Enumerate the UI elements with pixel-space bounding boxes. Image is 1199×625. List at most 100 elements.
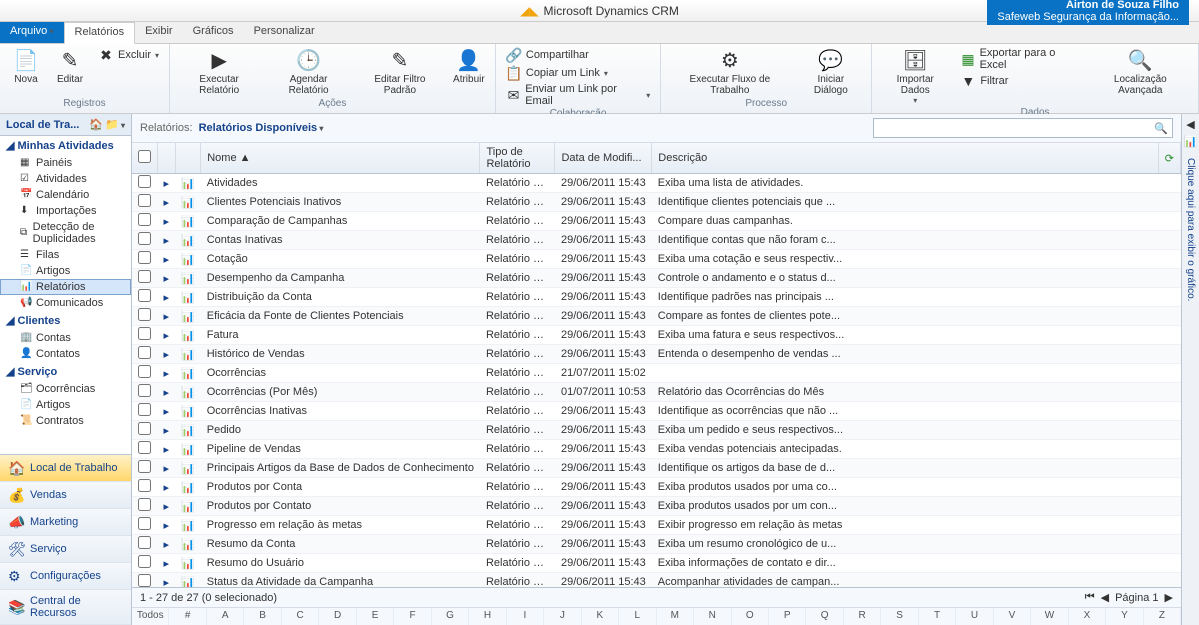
schedule-report-button[interactable]: 🕒Agendar Relatório — [266, 46, 351, 98]
sidebar-tools-icon[interactable]: 📁 — [105, 118, 125, 131]
nav-articles[interactable]: 📄Artigos — [0, 263, 131, 279]
expand-icon[interactable]: ▸ — [158, 231, 176, 250]
nav-imports[interactable]: ⬇Importações — [0, 203, 131, 219]
row-checkbox[interactable] — [132, 516, 158, 535]
table-row[interactable]: ▸📊Distribuição da ContaRelatório do Re..… — [132, 288, 1181, 307]
row-checkbox[interactable] — [132, 535, 158, 554]
row-checkbox[interactable] — [132, 326, 158, 345]
email-link-button[interactable]: ✉Enviar um Link por Email — [502, 82, 654, 108]
nav-dupe[interactable]: ⧉Detecção de Duplicidades — [0, 219, 131, 247]
expand-icon[interactable]: ▸ — [158, 478, 176, 497]
search-icon[interactable]: 🔍 — [1150, 122, 1172, 135]
table-row[interactable]: ▸📊FaturaRelatório do Re...29/06/2011 15:… — [132, 326, 1181, 345]
tab-reports[interactable]: Relatórios — [64, 22, 136, 44]
tab-view[interactable]: Exibir — [135, 22, 183, 43]
area-resources[interactable]: 📚Central de Recursos — [0, 590, 131, 625]
row-checkbox[interactable] — [132, 345, 158, 364]
alpha-hash[interactable]: # — [169, 608, 206, 625]
tab-file[interactable]: Arquivo — [0, 22, 64, 43]
share-button[interactable]: 🔗Compartilhar — [502, 46, 654, 64]
table-row[interactable]: ▸📊PedidoRelatório do Re...29/06/2011 15:… — [132, 421, 1181, 440]
table-row[interactable]: ▸📊CotaçãoRelatório do Re...29/06/2011 15… — [132, 250, 1181, 269]
search-input[interactable] — [874, 122, 1150, 134]
table-row[interactable]: ▸📊Produtos por ContaRelatório do Re...29… — [132, 478, 1181, 497]
table-row[interactable]: ▸📊Produtos por ContatoRelatório do Re...… — [132, 497, 1181, 516]
area-sales[interactable]: 💰Vendas — [0, 482, 131, 509]
expand-chart-icon[interactable]: ◀ — [1186, 118, 1194, 131]
table-row[interactable]: ▸📊Resumo do UsuárioRelatório do Re...29/… — [132, 554, 1181, 573]
table-row[interactable]: ▸📊Eficácia da Fonte de Clientes Potencia… — [132, 307, 1181, 326]
nav-calendar[interactable]: 📅Calendário — [0, 187, 131, 203]
row-checkbox[interactable] — [132, 402, 158, 421]
expand-icon[interactable]: ▸ — [158, 269, 176, 288]
nav-contracts[interactable]: 📜Contratos — [0, 413, 131, 429]
copy-link-button[interactable]: 📋Copiar um Link — [502, 64, 654, 82]
row-checkbox[interactable] — [132, 573, 158, 588]
table-row[interactable]: ▸📊Ocorrências (Por Mês)Relatório do Re..… — [132, 383, 1181, 402]
row-checkbox[interactable] — [132, 231, 158, 250]
table-row[interactable]: ▸📊Ocorrências InativasRelatório do Re...… — [132, 402, 1181, 421]
row-checkbox[interactable] — [132, 497, 158, 516]
row-checkbox[interactable] — [132, 174, 158, 193]
export-excel-button[interactable]: ▦Exportar para o Excel — [956, 46, 1084, 72]
table-row[interactable]: ▸📊Progresso em relação às metasRelatório… — [132, 516, 1181, 535]
nav-cases[interactable]: 🗂Ocorrências — [0, 381, 131, 397]
nav-queues[interactable]: ☰Filas — [0, 247, 131, 263]
expand-icon[interactable]: ▸ — [158, 307, 176, 326]
expand-icon[interactable]: ▸ — [158, 383, 176, 402]
expand-icon[interactable]: ▸ — [158, 440, 176, 459]
row-checkbox[interactable] — [132, 250, 158, 269]
alpha-all[interactable]: Todos — [132, 608, 169, 625]
col-name[interactable]: Nome ▲ — [201, 143, 480, 174]
section-my-activities[interactable]: ◢ Minhas Atividades — [0, 136, 131, 155]
pager-next[interactable]: ▶ — [1165, 591, 1173, 604]
area-marketing[interactable]: 📣Marketing — [0, 509, 131, 536]
expand-icon[interactable]: ▸ — [158, 174, 176, 193]
expand-icon[interactable]: ▸ — [158, 288, 176, 307]
expand-icon[interactable]: ▸ — [158, 402, 176, 421]
tab-customize[interactable]: Personalizar — [244, 22, 325, 43]
expand-icon[interactable]: ▸ — [158, 326, 176, 345]
nav-contacts[interactable]: 👤Contatos — [0, 346, 131, 362]
nav-announcements[interactable]: 📢Comunicados — [0, 295, 131, 311]
view-selector[interactable]: Relatórios Disponíveis — [199, 122, 324, 134]
nav-reports[interactable]: 📊Relatórios — [0, 279, 131, 295]
expand-icon[interactable]: ▸ — [158, 364, 176, 383]
row-checkbox[interactable] — [132, 364, 158, 383]
row-checkbox[interactable] — [132, 193, 158, 212]
area-settings[interactable]: ⚙Configurações — [0, 563, 131, 590]
delete-button[interactable]: ✖Excluir — [94, 46, 163, 64]
row-checkbox[interactable] — [132, 459, 158, 478]
row-checkbox[interactable] — [132, 288, 158, 307]
start-dialog-button[interactable]: 💬Iniciar Diálogo — [796, 46, 865, 98]
expand-icon[interactable]: ▸ — [158, 250, 176, 269]
area-service[interactable]: 🛠Serviço — [0, 536, 131, 563]
advanced-find-button[interactable]: 🔍Localização Avançada — [1089, 46, 1192, 98]
expand-icon[interactable]: ▸ — [158, 554, 176, 573]
select-all-checkbox[interactable] — [132, 143, 158, 174]
col-date[interactable]: Data de Modifi... — [555, 143, 652, 174]
table-row[interactable]: ▸📊OcorrênciasRelatório do Re...21/07/201… — [132, 364, 1181, 383]
table-row[interactable]: ▸📊Resumo da ContaRelatório do Re...29/06… — [132, 535, 1181, 554]
table-row[interactable]: ▸📊AtividadesRelatório do Re...29/06/2011… — [132, 174, 1181, 193]
expand-icon[interactable]: ▸ — [158, 535, 176, 554]
expand-icon[interactable]: ▸ — [158, 345, 176, 364]
edit-button[interactable]: ✎Editar — [50, 46, 90, 87]
home-icon[interactable]: 🏠 — [89, 118, 103, 131]
row-checkbox[interactable] — [132, 478, 158, 497]
row-checkbox[interactable] — [132, 440, 158, 459]
nav-accounts[interactable]: 🏢Contas — [0, 330, 131, 346]
section-service[interactable]: ◢ Serviço — [0, 362, 131, 381]
table-row[interactable]: ▸📊Comparação de CampanhasRelatório do Re… — [132, 212, 1181, 231]
table-row[interactable]: ▸📊Principais Artigos da Base de Dados de… — [132, 459, 1181, 478]
tab-charts[interactable]: Gráficos — [183, 22, 244, 43]
nav-activities[interactable]: ☑Atividades — [0, 171, 131, 187]
table-row[interactable]: ▸📊Status da Atividade da CampanhaRelatór… — [132, 573, 1181, 588]
new-button[interactable]: 📄Nova — [6, 46, 46, 87]
expand-icon[interactable]: ▸ — [158, 212, 176, 231]
user-info[interactable]: Airton de Souza Filho Safeweb Segurança … — [987, 0, 1189, 25]
assign-button[interactable]: 👤Atribuir — [449, 46, 489, 87]
filter-button[interactable]: ▼Filtrar — [956, 72, 1084, 90]
refresh-button[interactable]: ⟳ — [1158, 143, 1180, 174]
expand-icon[interactable]: ▸ — [158, 193, 176, 212]
